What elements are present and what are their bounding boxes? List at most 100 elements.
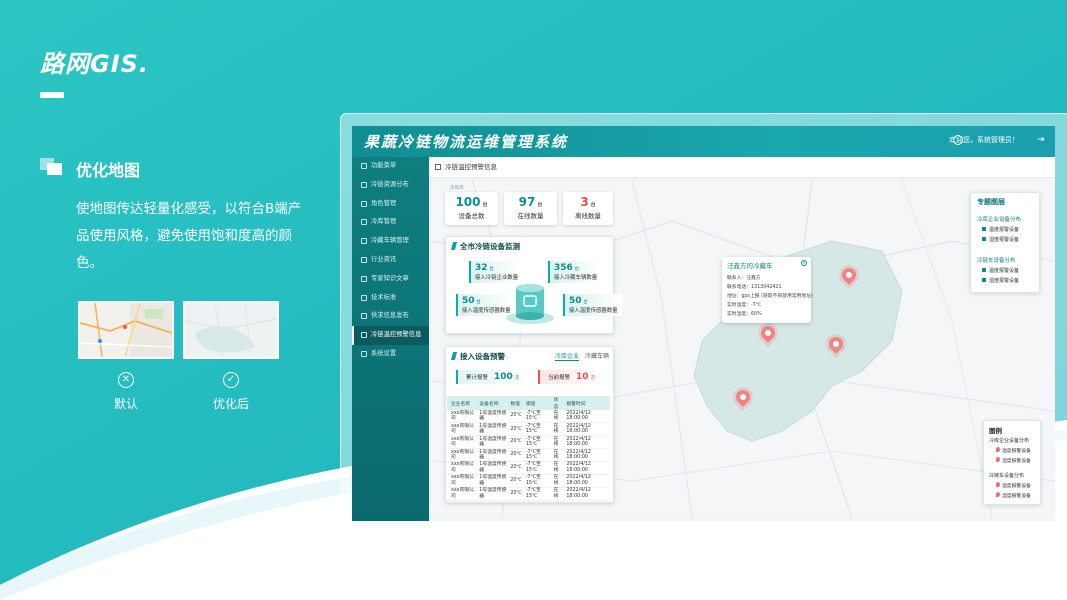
- section-title: 优化地图: [76, 161, 141, 180]
- page-icon: [435, 164, 441, 170]
- monitor-stat-sensor-right-value: 50: [569, 296, 582, 306]
- table-cell: -7℃至15℃: [521, 448, 550, 463]
- brand-logo: 路网GIS.: [40, 50, 150, 78]
- table-cell: 2022/4/12 18:00:00: [562, 448, 610, 463]
- stat-total-label: 设备总数: [458, 212, 485, 220]
- legend-item: 温度报警设备: [996, 482, 1031, 489]
- breadcrumb-label: 冷链温控预警信息: [445, 163, 497, 171]
- stat-offline-value: 3台: [563, 195, 613, 209]
- stat-online-unit: 台: [537, 202, 543, 208]
- menu-icon: [361, 200, 367, 207]
- table-cell: 1号温度传感器: [475, 422, 506, 437]
- sidebar-item[interactable]: 冷链温控预警信息: [352, 326, 429, 345]
- layer-checkbox[interactable]: 湿度报警设备: [982, 236, 1019, 243]
- popup-address: 地址：gps上报 (获取不到就用常用地址): [727, 294, 813, 299]
- sidebar-item[interactable]: 专家知识文章: [352, 270, 429, 289]
- stat-offline-unit: 台: [590, 202, 596, 208]
- table-row[interactable]: xxx有限公司 1号温度传感器 20℃ -7℃至15℃ 在线 2022/4/12 18:0…: [447, 487, 610, 501]
- table-cell: xxx有限公司: [447, 435, 476, 450]
- stat-online-number: 97: [518, 195, 536, 209]
- sidebar-item[interactable]: 行业资讯: [352, 251, 429, 270]
- popup-contact: 联系人：汪鑫方: [727, 276, 761, 281]
- alarm-pending-box: 当前报警 10 次: [538, 370, 604, 384]
- layer-checkbox[interactable]: 温度报警设备: [982, 267, 1019, 274]
- section-description: 使地图传达轻量化感受，以符合B端产品使用风格，避免使用饱和度高的颜色。: [76, 201, 302, 271]
- tab-enterprise-label: 冷库企业: [555, 353, 580, 361]
- monitor-title: 全市冷链设备监测: [452, 241, 520, 252]
- table-cell: 在线: [549, 448, 563, 463]
- legend-item: 湿度报警设备: [996, 457, 1031, 464]
- close-circle-icon: ✕: [118, 372, 134, 388]
- alarm-pending-unit: 次: [590, 376, 596, 381]
- table-cell: xxx有限公司: [447, 461, 476, 475]
- monitor-stat-enterprise-value: 32: [475, 263, 488, 273]
- stat-card-total: 100 台 设备总数: [445, 192, 498, 225]
- table-cell: 1号温度传感器: [475, 410, 506, 424]
- tab-vehicle[interactable]: 冷藏车辆: [585, 351, 609, 360]
- layer-group-vehicle[interactable]: 冷链车设备分布: [977, 256, 1016, 264]
- stat-total-value: 100 台: [445, 195, 498, 209]
- alarm-total-value: 100: [494, 372, 513, 382]
- layer-group-enterprise[interactable]: 冷库企业设备分布: [977, 215, 1021, 223]
- monitor-stat-vehicle-value: 356: [554, 263, 573, 273]
- alarm-total-label: 累计报警: [466, 375, 489, 381]
- user-greeting[interactable]: 欢迎您，系统管理员！: [949, 135, 1019, 145]
- monitor-stat-sensor-right-label: 接入温度传感器数量: [569, 308, 618, 314]
- table-cell: xxx有限公司: [447, 474, 476, 488]
- table-cell: xxx有限公司: [447, 448, 476, 463]
- sidebar-item[interactable]: 冷链资源分布: [352, 176, 429, 195]
- table-cell: 20℃: [506, 474, 522, 488]
- table-row[interactable]: xxx有限公司 1号温度传感器 20℃ -7℃至15℃ 在线 2022/4/12 18:0…: [447, 410, 610, 424]
- table-row[interactable]: xxx有限公司 1号温度传感器 20℃ -7℃至15℃ 在线 2022/4/12 18:0…: [447, 435, 610, 450]
- table-cell: 20℃: [506, 448, 522, 463]
- table-cell: 1号温度传感器: [475, 487, 506, 501]
- thumb-default-map: [78, 301, 174, 359]
- alarm-pending-label: 当前报警: [548, 375, 571, 381]
- table-cell: -7℃至15℃: [521, 474, 550, 488]
- table-cell: 1号温度传感器: [475, 461, 506, 475]
- table-cell: 1号温度传感器: [475, 448, 506, 463]
- sidebar-item[interactable]: 技术标准: [352, 289, 429, 308]
- brand-underline: [40, 92, 64, 98]
- sidebar-item-label: 功能菜单: [371, 162, 397, 169]
- layer-checkbox[interactable]: 湿度报警设备: [982, 277, 1019, 284]
- layer-checkbox[interactable]: 温度报警设备: [982, 226, 1019, 233]
- alarm-total-box: 累计报警 100 次: [456, 370, 532, 384]
- sidebar-item[interactable]: 系统设置: [352, 345, 429, 364]
- legend-group: 冷链车设备分布: [989, 473, 1025, 479]
- monitor-stat-sensor-right: 50 台 接入温度传感器数量: [563, 294, 622, 316]
- close-icon[interactable]: ×: [801, 260, 807, 266]
- menu-icon: [361, 163, 367, 169]
- stat-offline-number: 3: [580, 195, 589, 209]
- sidebar-item[interactable]: 冷库管理: [352, 213, 429, 232]
- table-cell: xxx有限公司: [447, 410, 476, 424]
- sidebar-item[interactable]: 冷藏车辆管理: [352, 232, 429, 251]
- table-cell: -7℃至15℃: [521, 422, 550, 437]
- sidebar-item[interactable]: 供求信息发布: [352, 307, 429, 326]
- sidebar-item-label: 冷链温控预警信息: [371, 331, 422, 339]
- popup-phone: 联系电话：1313042421: [727, 285, 782, 290]
- stat-offline-label: 离线数量: [575, 212, 601, 220]
- menu-icon: [361, 238, 367, 245]
- sidebar-item-label: 角色管理: [371, 199, 397, 207]
- monitor-stat-sensor-right-unit: 台: [583, 300, 588, 305]
- breadcrumb: 冷链温控预警信息: [429, 157, 1055, 178]
- map-city-label: 庆阳市: [450, 186, 464, 191]
- sidebar-item[interactable]: 角色管理: [352, 195, 429, 214]
- table-cell: 在线: [549, 435, 563, 450]
- vehicle-popup: 汪鑫方的冷藏车 × 联系人：汪鑫方 联系电话：1313042421 地址：gps…: [722, 257, 813, 323]
- table-row[interactable]: xxx有限公司 1号温度传感器 20℃ -7℃至15℃ 在线 2022/4/12 18:0…: [447, 461, 610, 475]
- device-cylinder-icon: [506, 284, 554, 324]
- stat-total-number: 100: [455, 195, 481, 209]
- logout-icon[interactable]: ⇥: [1037, 135, 1047, 145]
- check-circle-icon: ✓: [223, 372, 239, 388]
- table-row[interactable]: xxx有限公司 1号温度传感器 20℃ -7℃至15℃ 在线 2022/4/12 18:0…: [447, 474, 610, 488]
- table-cell: xxx有限公司: [447, 422, 476, 437]
- table-header-cell: 报警时间: [562, 396, 610, 410]
- app-header: 果蔬冷链物流运维管理系统 欢迎您，系统管理员！ ⇥: [352, 126, 1055, 157]
- tab-enterprise[interactable]: 冷库企业: [555, 351, 580, 361]
- sidebar-item[interactable]: 功能菜单: [352, 157, 429, 176]
- table-row[interactable]: xxx有限公司 1号温度传感器 20℃ -7℃至15℃ 在线 2022/4/12 18:0…: [447, 448, 610, 463]
- menu-icon: [361, 350, 367, 357]
- table-row[interactable]: xxx有限公司 1号温度传感器 20℃ -7℃至15℃ 在线 2022/4/12 18:0…: [447, 422, 610, 437]
